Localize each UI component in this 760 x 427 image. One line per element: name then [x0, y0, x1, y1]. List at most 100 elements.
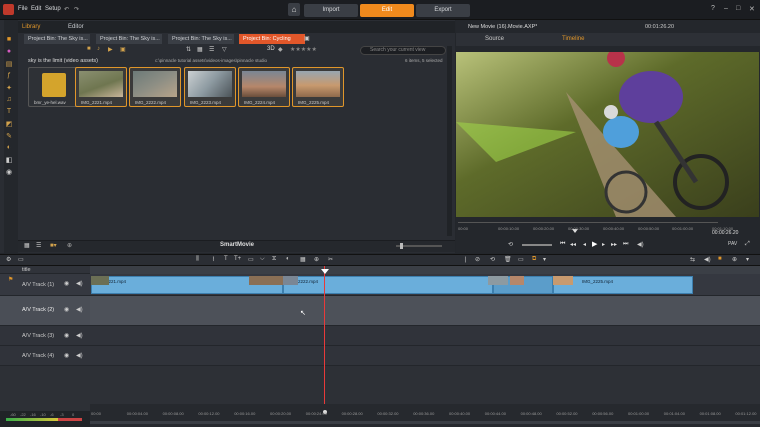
- collections-icon[interactable]: ▤: [4, 60, 14, 69]
- track-view-icon[interactable]: ⇆: [690, 256, 695, 263]
- bin-tab-2[interactable]: Project Bin: The Sky is...: [96, 34, 162, 44]
- volume-slider[interactable]: [522, 244, 552, 246]
- playhead[interactable]: [324, 266, 325, 411]
- next-frame-icon[interactable]: ▸▸: [611, 241, 617, 248]
- volume-icon[interactable]: ◀): [704, 256, 711, 263]
- dropdown-icon[interactable]: ▾: [543, 256, 546, 263]
- timeline-top-ruler[interactable]: [90, 266, 760, 274]
- text-plus-icon[interactable]: T+: [234, 256, 241, 262]
- help-icon[interactable]: ?: [711, 5, 715, 12]
- step-forward-icon[interactable]: ▸: [602, 241, 605, 248]
- fullscreen-icon[interactable]: ⤢: [745, 241, 750, 248]
- track-lane-3[interactable]: [90, 326, 760, 346]
- record-icon[interactable]: ■: [718, 256, 722, 262]
- asset-video[interactable]: IMG_2222.mp4: [129, 67, 181, 107]
- smartmovie-button[interactable]: SmartMovie: [220, 242, 254, 248]
- track-lock-icon[interactable]: ⚑: [8, 276, 13, 283]
- details-icon[interactable]: ☰: [36, 242, 41, 249]
- track-header-title[interactable]: title: [0, 266, 90, 274]
- menu-setup[interactable]: Setup: [45, 6, 61, 12]
- add-bin-icon[interactable]: ▣: [304, 34, 310, 44]
- title-icon[interactable]: T: [4, 108, 14, 117]
- undo-icon[interactable]: ↶: [64, 6, 69, 13]
- delete-icon[interactable]: 🗑: [504, 256, 512, 263]
- split-icon[interactable]: ✂: [328, 256, 333, 263]
- view-3d-toggle[interactable]: 3D: [267, 46, 275, 52]
- track-settings-icon[interactable]: ⚙: [6, 256, 11, 263]
- track-audio-icon[interactable]: ◀): [76, 352, 83, 359]
- audio-mixer-icon[interactable]: ⫼: [196, 256, 199, 263]
- tab-export[interactable]: Export: [416, 4, 470, 17]
- rating-filter[interactable]: ★★★★★: [290, 46, 317, 53]
- asset-audio[interactable]: bmr_ye-hel.wav: [28, 67, 80, 107]
- library-icon[interactable]: ■: [4, 36, 14, 45]
- grid-view-icon[interactable]: ▦: [197, 46, 203, 53]
- track-audio-icon[interactable]: ◀): [76, 306, 83, 313]
- bin-tab-3[interactable]: Project Bin: The Sky is...: [168, 34, 234, 44]
- razor-icon[interactable]: ⊘: [475, 256, 480, 263]
- snap-icon[interactable]: ⟲: [490, 256, 495, 263]
- tab-edit[interactable]: Edit: [360, 4, 414, 17]
- track-audio-icon[interactable]: ◀): [76, 280, 83, 287]
- bin-tab-1[interactable]: Project Bin: The Sky is...: [24, 34, 90, 44]
- scrub-bar[interactable]: [458, 222, 718, 223]
- asset-video[interactable]: IMG_2221.mp4: [75, 67, 127, 107]
- audio-volume-icon[interactable]: ◀): [637, 241, 644, 248]
- timeline-clip[interactable]: IMG_2225.mp4: [553, 276, 693, 294]
- bin-tab-cycling[interactable]: Project Bin: Cycling: [239, 34, 305, 44]
- track-visibility-icon[interactable]: ◉: [64, 280, 69, 287]
- speed-icon[interactable]: ⊕: [314, 256, 319, 263]
- asset-video[interactable]: IMG_2223.mp4: [184, 67, 236, 107]
- redo-icon[interactable]: ↷: [74, 6, 79, 13]
- track-visibility-icon[interactable]: ◉: [64, 306, 69, 313]
- fx-icon[interactable]: ƒ: [4, 72, 14, 81]
- transition-icon[interactable]: ◩: [4, 120, 14, 129]
- tag-filter-icon[interactable]: ⊕: [67, 242, 72, 249]
- timeline-scrollbar[interactable]: [90, 421, 760, 424]
- tag-icon[interactable]: ◆: [278, 46, 283, 53]
- track-visibility-icon[interactable]: ◉: [64, 332, 69, 339]
- track-lane-4[interactable]: [90, 346, 760, 366]
- audio-filter-icon[interactable]: ♪: [97, 46, 100, 52]
- home-button[interactable]: ⌂: [288, 3, 300, 16]
- list-view-icon[interactable]: ☰: [209, 46, 214, 53]
- audio-icon[interactable]: ◧: [4, 156, 14, 165]
- montage-icon[interactable]: ◐: [4, 144, 14, 153]
- transition-tool-icon[interactable]: ⧖: [272, 256, 276, 263]
- close-icon[interactable]: ✕: [749, 5, 755, 13]
- color-tag-dropdown[interactable]: ■▾: [50, 242, 57, 249]
- edit-mode-icon[interactable]: ⧉: [532, 256, 536, 263]
- track-visibility-icon[interactable]: ◉: [64, 352, 69, 359]
- playhead-handle[interactable]: [321, 269, 329, 274]
- crop-icon[interactable]: ▭: [248, 256, 254, 263]
- tab-import[interactable]: Import: [304, 4, 358, 17]
- tab-editor[interactable]: Editor: [68, 22, 84, 32]
- track-audio-icon[interactable]: ◀): [76, 332, 83, 339]
- loop-icon[interactable]: ⟲: [508, 241, 513, 248]
- navigator-icon[interactable]: ▭: [18, 256, 24, 263]
- disc-icon[interactable]: ◉: [4, 168, 14, 177]
- play-button[interactable]: ▶: [592, 240, 597, 248]
- select-icon[interactable]: ▭: [518, 256, 524, 263]
- step-back-icon[interactable]: ◂: [583, 241, 586, 248]
- menu-edit[interactable]: Edit: [31, 6, 41, 12]
- text-icon[interactable]: T: [224, 256, 228, 262]
- timeline-menu-icon[interactable]: ▾: [746, 256, 749, 263]
- mixer-icon[interactable]: ◐: [286, 256, 290, 262]
- zoom-icon[interactable]: ⊕: [732, 256, 737, 263]
- video-preview[interactable]: [456, 52, 759, 217]
- search-input[interactable]: Search your current view: [360, 46, 446, 55]
- maximize-icon[interactable]: □: [736, 5, 740, 12]
- marker-icon[interactable]: ❘: [463, 256, 468, 263]
- go-start-icon[interactable]: ⏮: [560, 241, 565, 248]
- tab-library[interactable]: Library: [22, 22, 40, 32]
- effects-icon[interactable]: ✦: [4, 84, 14, 93]
- video-filter-icon[interactable]: ▶: [108, 46, 113, 53]
- minimize-icon[interactable]: –: [724, 5, 728, 12]
- paint-icon[interactable]: ✎: [4, 132, 14, 141]
- menu-file[interactable]: File: [18, 6, 28, 12]
- track-lane-2[interactable]: [90, 296, 760, 326]
- media-icon[interactable]: ●: [4, 48, 14, 57]
- tab-timeline[interactable]: Timeline: [562, 36, 584, 42]
- motion-icon[interactable]: ⌇: [212, 256, 215, 263]
